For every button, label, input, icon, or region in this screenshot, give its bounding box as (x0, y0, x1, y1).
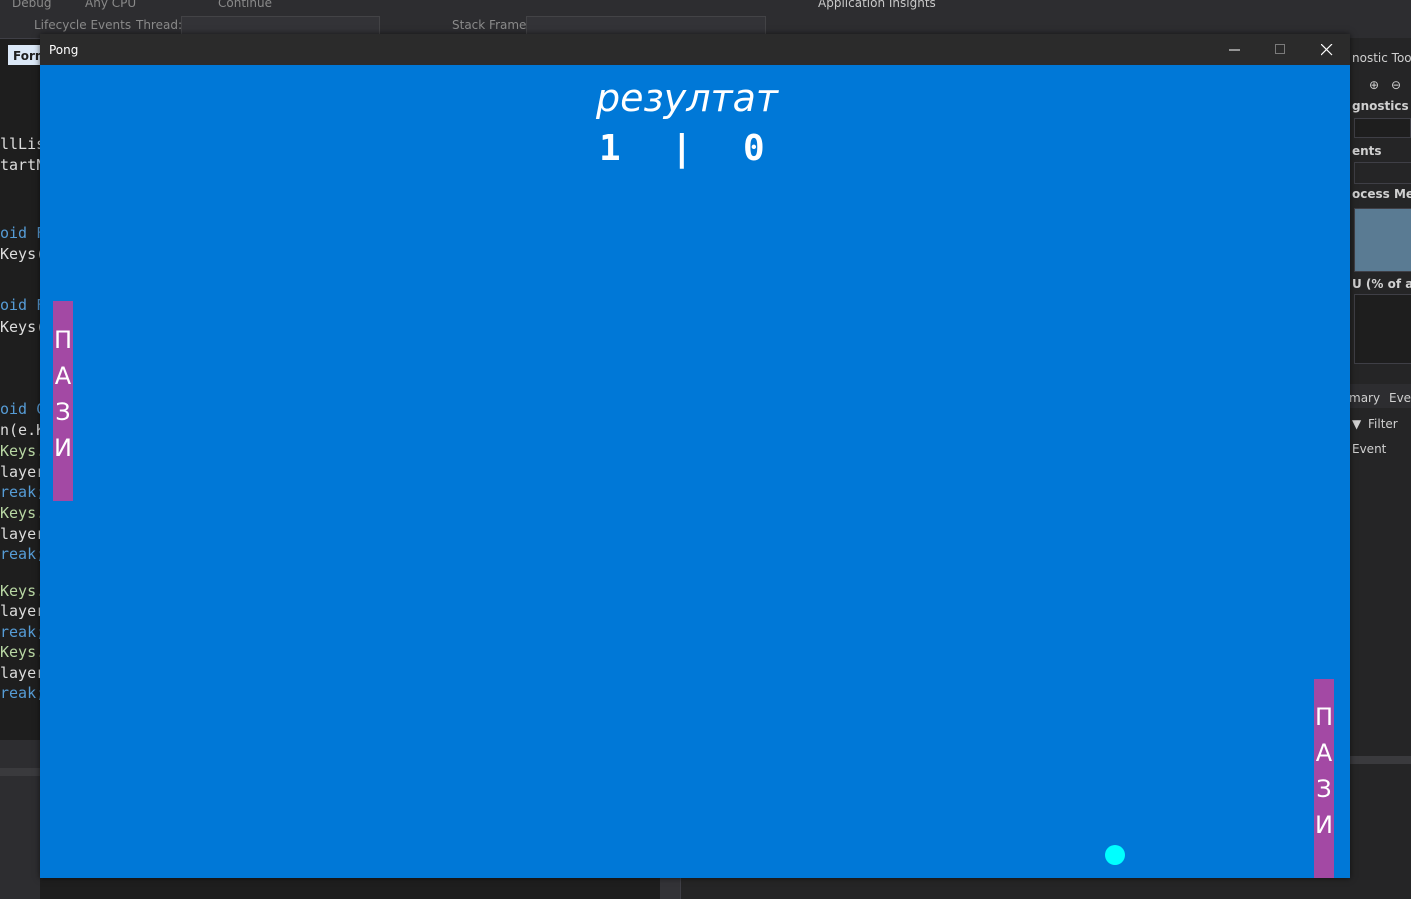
filter-button[interactable]: Filter (1368, 417, 1398, 431)
code-line: reak; (0, 483, 41, 501)
code-line: Keys. (0, 643, 41, 661)
right-paddle: П А З И (1314, 679, 1334, 878)
code-line: Keys. (0, 504, 41, 522)
diag-tabs: mary Eve (1349, 384, 1411, 408)
lifecycle-events-button[interactable]: Lifecycle Events (34, 18, 131, 32)
diag-events: ents (1352, 144, 1382, 158)
zoom-out-icon[interactable]: ⊖ (1391, 78, 1401, 92)
code-line: layer (0, 602, 41, 620)
diag-cpu: U (% of all p (1352, 277, 1411, 291)
ball (1105, 845, 1125, 865)
code-line: Keys( (0, 245, 41, 263)
code-line: oid F (0, 224, 41, 242)
code-line: reak; (0, 684, 41, 702)
score-separator: | (671, 128, 693, 169)
code-line: Keys( (0, 318, 41, 336)
app-insights-button[interactable]: Application Insights (818, 0, 936, 10)
thread-combo[interactable] (181, 16, 380, 36)
paddle-letter: З (55, 398, 71, 426)
continue-button[interactable]: Continue (218, 0, 272, 10)
pong-window: Pong резултат 1 | 0 П А З И П А З И (40, 34, 1350, 878)
code-line: Keys. (0, 582, 41, 600)
maximize-button[interactable] (1258, 34, 1304, 65)
diag-title: nostic Tools (1352, 51, 1411, 65)
score-left: 1 (599, 128, 621, 169)
tab-events[interactable]: Eve (1389, 391, 1411, 405)
diag-sessions: gnostics ses (1352, 99, 1411, 113)
tab-summary[interactable]: mary (1349, 391, 1380, 405)
paddle-letter: А (54, 362, 72, 390)
thread-label: Thread: (136, 18, 183, 32)
paddle-letter: И (54, 434, 72, 462)
code-line: Keys. (0, 442, 41, 460)
paddle-letter: А (1315, 739, 1333, 767)
code-editor: llLis tartN oid F Keys( oid F Keys( oid … (0, 90, 41, 740)
paddle-letter: П (53, 326, 73, 354)
minimize-icon (1229, 49, 1240, 51)
platform-dropdown[interactable]: Any CPU (85, 0, 136, 10)
code-line: layer (0, 664, 41, 682)
code-line: llLis (0, 135, 41, 153)
code-line: n(e.K (0, 421, 41, 439)
ide-bottom-right-panel (680, 878, 1411, 899)
cpu-graph (1354, 294, 1411, 364)
code-line: layer (0, 463, 41, 481)
config-dropdown[interactable]: Debug (12, 0, 51, 10)
diag-memory: ocess Memo (1352, 187, 1411, 201)
stack-frame-combo[interactable] (526, 16, 766, 36)
code-line: oid F (0, 296, 41, 314)
left-paddle: П А З И (53, 301, 73, 501)
code-line: tartN (0, 156, 41, 174)
paddle-letter: П (1314, 703, 1334, 731)
paddle-letter: И (1315, 811, 1333, 839)
close-button[interactable] (1304, 34, 1350, 65)
ide-toolbar-top: Debug Any CPU Continue Application Insig… (0, 0, 1411, 12)
ide-bottom-panel (0, 740, 40, 899)
minimize-button[interactable] (1212, 34, 1258, 65)
game-canvas[interactable]: резултат 1 | 0 П А З И П А З И (40, 65, 1350, 878)
score-right: 0 (743, 128, 765, 169)
diag-splitter[interactable] (1349, 756, 1411, 764)
event-column-header: Event (1352, 442, 1387, 456)
code-line: reak; (0, 545, 41, 563)
close-icon (1321, 44, 1333, 56)
diagnostic-tools-panel: nostic Tools ⊕ ⊖ gnostics ses ents ocess… (1349, 38, 1411, 878)
filter-icon[interactable]: ▼ (1352, 417, 1361, 431)
session-timeline (1354, 118, 1411, 138)
window-titlebar[interactable]: Pong (40, 34, 1350, 65)
stack-frame-label: Stack Frame: (452, 18, 531, 32)
score-title: резултат (596, 76, 779, 120)
memory-graph (1354, 208, 1411, 272)
maximize-icon (1275, 44, 1285, 54)
zoom-in-icon[interactable]: ⊕ (1369, 78, 1379, 92)
code-line: oid C (0, 400, 41, 418)
events-track (1354, 162, 1411, 184)
window-title: Pong (49, 43, 79, 57)
paddle-letter: З (1316, 775, 1332, 803)
code-line: layer (0, 525, 41, 543)
ide-splitter[interactable] (660, 878, 680, 899)
code-line: reak; (0, 623, 41, 641)
